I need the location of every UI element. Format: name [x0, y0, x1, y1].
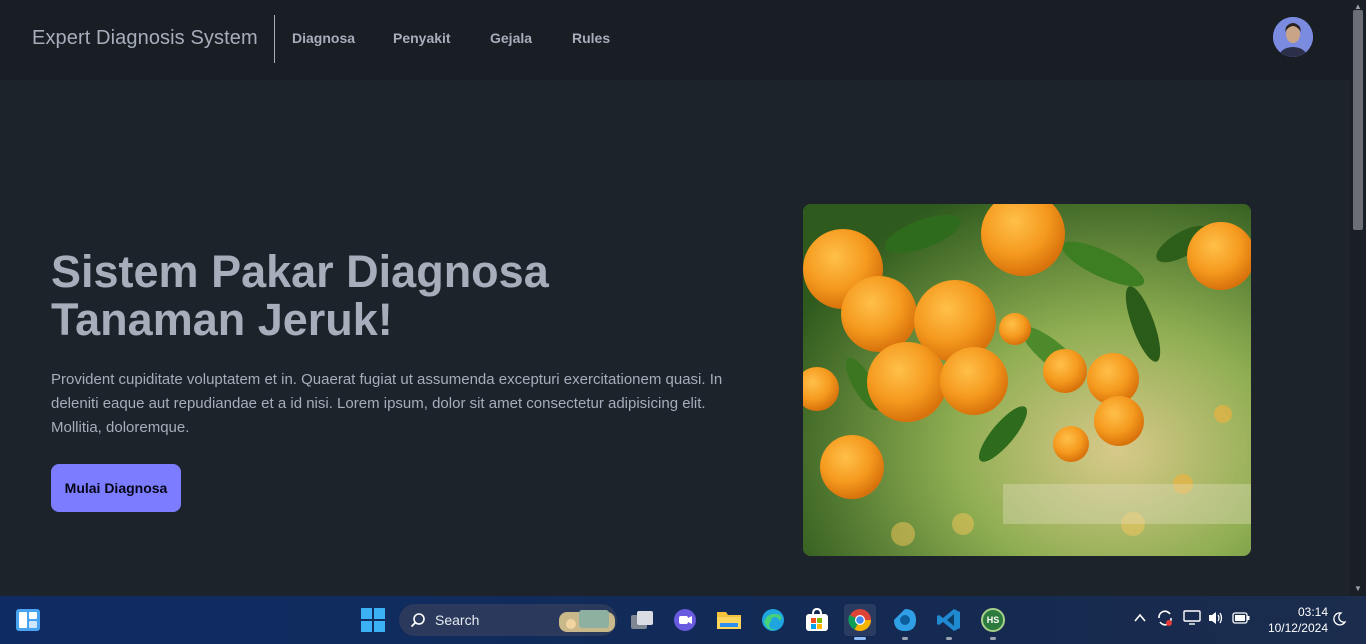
display-icon[interactable]	[1183, 610, 1201, 629]
start-diagnosis-button[interactable]: Mulai Diagnosa	[51, 464, 181, 512]
widgets-icon[interactable]	[12, 604, 44, 636]
avatar-portrait-icon	[1273, 17, 1313, 57]
user-avatar[interactable]	[1273, 17, 1313, 57]
hero-title: Sistem Pakar Diagnosa Tanaman Jeruk!	[51, 248, 691, 344]
taskbar-search-box[interactable]: Search	[399, 604, 617, 636]
search-label: Search	[435, 612, 480, 628]
chat-icon[interactable]	[669, 604, 701, 636]
task-view-icon[interactable]	[626, 604, 658, 636]
edge-icon[interactable]	[757, 604, 789, 636]
start-icon[interactable]	[357, 604, 389, 636]
store-icon[interactable]	[801, 604, 833, 636]
hs-icon[interactable]: HS	[977, 604, 1009, 640]
scroll-down-icon[interactable]: ▼	[1354, 584, 1362, 593]
search-highlight-icon	[559, 610, 615, 632]
nav-item-rules[interactable]: Rules	[572, 30, 610, 46]
active-indicator	[854, 637, 866, 640]
file-explorer-icon[interactable]	[713, 604, 745, 636]
clock-date: 10/12/2024	[1267, 621, 1328, 635]
nav-item-gejala[interactable]: Gejala	[490, 30, 532, 46]
app-icon[interactable]	[889, 604, 921, 640]
nav-item-diagnosa[interactable]: Diagnosa	[292, 30, 355, 46]
orange-tree-image	[803, 204, 1251, 556]
chrome-icon[interactable]	[844, 604, 876, 640]
navbar: Expert Diagnosis System Diagnosa Penyaki…	[0, 0, 1350, 80]
nav-item-penyakit[interactable]: Penyakit	[393, 30, 451, 46]
do-not-disturb-icon[interactable]	[1331, 611, 1347, 630]
volume-icon[interactable]	[1207, 610, 1225, 629]
hs-label: HS	[981, 608, 1005, 632]
clock-time: 03:14	[1297, 605, 1328, 619]
nav-divider	[274, 15, 275, 63]
hero-title-line-2: Tanaman Jeruk!	[51, 294, 393, 345]
tray-chevron-up-icon[interactable]	[1133, 611, 1147, 628]
browser-viewport: Expert Diagnosis System Diagnosa Penyaki…	[0, 0, 1350, 596]
search-icon	[410, 613, 425, 628]
sync-icon[interactable]	[1156, 609, 1174, 630]
hero-title-line-1: Sistem Pakar Diagnosa	[51, 246, 549, 297]
taskbar-clock[interactable]: 03:14 10/12/2024	[1256, 604, 1328, 636]
vscode-icon[interactable]	[933, 604, 965, 640]
brand-title[interactable]: Expert Diagnosis System	[32, 27, 258, 50]
scroll-thumb[interactable]	[1353, 10, 1363, 230]
battery-icon[interactable]	[1232, 612, 1250, 627]
page-scrollbar[interactable]: ▲ ▼	[1350, 0, 1366, 596]
windows-taskbar: Search HS 03:14 10/12/2024	[0, 596, 1366, 644]
hero-description: Provident cupiditate voluptatem et in. Q…	[51, 371, 723, 436]
running-indicator	[946, 637, 952, 640]
running-indicator	[902, 637, 908, 640]
running-indicator	[990, 637, 996, 640]
